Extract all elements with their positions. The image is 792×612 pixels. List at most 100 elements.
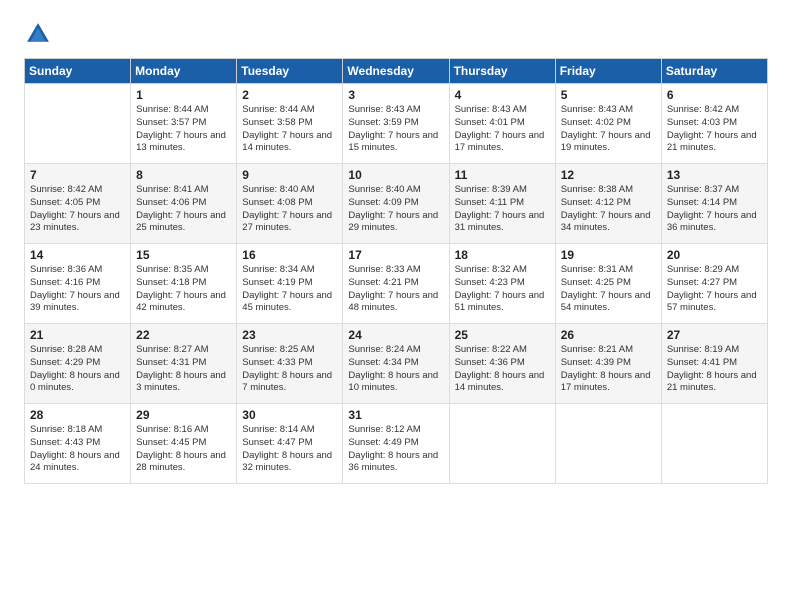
cell-content: Sunrise: 8:12 AMSunset: 4:49 PMDaylight:… — [348, 424, 443, 475]
header-day-thursday: Thursday — [449, 59, 555, 84]
calendar-cell: 20 Sunrise: 8:29 AMSunset: 4:27 PMDayligh… — [661, 244, 767, 324]
day-number: 28 — [30, 408, 125, 422]
cell-content: Sunrise: 8:36 AMSunset: 4:16 PMDaylight:… — [30, 264, 125, 315]
day-number: 31 — [348, 408, 443, 422]
day-number: 19 — [561, 248, 656, 262]
calendar-cell: 1 Sunrise: 8:44 AMSunset: 3:57 PMDaylight… — [131, 84, 237, 164]
day-number: 22 — [136, 328, 231, 342]
day-number: 7 — [30, 168, 125, 182]
header-day-monday: Monday — [131, 59, 237, 84]
week-row-5: 28Sunrise: 8:18 AMSunset: 4:43 PMDayligh… — [25, 404, 768, 484]
day-number: 23 — [242, 328, 337, 342]
calendar-cell: 7 Sunrise: 8:42 AMSunset: 4:05 PMDaylight… — [25, 164, 131, 244]
day-number: 10 — [348, 168, 443, 182]
cell-content: Sunrise: 8:41 AMSunset: 4:06 PMDaylight:… — [136, 184, 231, 235]
calendar-cell: 12 Sunrise: 8:38 AMSunset: 4:12 PMDayligh… — [555, 164, 661, 244]
calendar-cell: 19 Sunrise: 8:31 AMSunset: 4:25 PMDayligh… — [555, 244, 661, 324]
cell-content: Sunrise: 8:25 AMSunset: 4:33 PMDaylight:… — [242, 344, 337, 395]
cell-content: Sunrise: 8:43 AMSunset: 3:59 PMDaylight:… — [348, 104, 443, 155]
calendar-cell: 8 Sunrise: 8:41 AMSunset: 4:06 PMDaylight… — [131, 164, 237, 244]
day-number: 5 — [561, 88, 656, 102]
day-number: 16 — [242, 248, 337, 262]
calendar-cell: 9Sunrise: 8:40 AMSunset: 4:08 PMDaylight… — [237, 164, 343, 244]
week-row-3: 14 Sunrise: 8:36 AMSunset: 4:16 PMDayligh… — [25, 244, 768, 324]
calendar-cell: 29 Sunrise: 8:16 AMSunset: 4:45 PMDayligh… — [131, 404, 237, 484]
calendar-table: SundayMondayTuesdayWednesdayThursdayFrid… — [24, 58, 768, 484]
day-number: 15 — [136, 248, 231, 262]
cell-content: Sunrise: 8:28 AMSunset: 4:29 PMDaylight:… — [30, 344, 125, 395]
calendar-cell — [555, 404, 661, 484]
week-row-4: 21 Sunrise: 8:28 AMSunset: 4:29 PMDayligh… — [25, 324, 768, 404]
cell-content: Sunrise: 8:42 AMSunset: 4:03 PMDaylight:… — [667, 104, 762, 155]
header-day-sunday: Sunday — [25, 59, 131, 84]
day-number: 2 — [242, 88, 337, 102]
cell-content: Sunrise: 8:43 AMSunset: 4:01 PMDaylight:… — [455, 104, 550, 155]
cell-content: Sunrise: 8:35 AMSunset: 4:18 PMDaylight:… — [136, 264, 231, 315]
calendar-cell: 13 Sunrise: 8:37 AMSunset: 4:14 PMDayligh… — [661, 164, 767, 244]
cell-content: Sunrise: 8:14 AMSunset: 4:47 PMDaylight:… — [242, 424, 337, 475]
cell-content: Sunrise: 8:37 AMSunset: 4:14 PMDaylight:… — [667, 184, 762, 235]
cell-content: Sunrise: 8:16 AMSunset: 4:45 PMDaylight:… — [136, 424, 231, 475]
cell-content: Sunrise: 8:34 AMSunset: 4:19 PMDaylight:… — [242, 264, 337, 315]
calendar-cell: 6 Sunrise: 8:42 AMSunset: 4:03 PMDaylight… — [661, 84, 767, 164]
cell-content: Sunrise: 8:21 AMSunset: 4:39 PMDaylight:… — [561, 344, 656, 395]
page: SundayMondayTuesdayWednesdayThursdayFrid… — [0, 0, 792, 612]
day-number: 24 — [348, 328, 443, 342]
day-number: 26 — [561, 328, 656, 342]
week-row-2: 7 Sunrise: 8:42 AMSunset: 4:05 PMDaylight… — [25, 164, 768, 244]
calendar-cell — [661, 404, 767, 484]
header-row: SundayMondayTuesdayWednesdayThursdayFrid… — [25, 59, 768, 84]
day-number: 4 — [455, 88, 550, 102]
calendar-cell — [25, 84, 131, 164]
calendar-cell: 11Sunrise: 8:39 AMSunset: 4:11 PMDayligh… — [449, 164, 555, 244]
calendar-cell: 17 Sunrise: 8:33 AMSunset: 4:21 PMDayligh… — [343, 244, 449, 324]
day-number: 1 — [136, 88, 231, 102]
day-number: 29 — [136, 408, 231, 422]
day-number: 9 — [242, 168, 337, 182]
day-number: 20 — [667, 248, 762, 262]
cell-content: Sunrise: 8:44 AMSunset: 3:57 PMDaylight:… — [136, 104, 231, 155]
day-number: 21 — [30, 328, 125, 342]
calendar-cell: 3 Sunrise: 8:43 AMSunset: 3:59 PMDaylight… — [343, 84, 449, 164]
calendar-cell: 27Sunrise: 8:19 AMSunset: 4:41 PMDayligh… — [661, 324, 767, 404]
day-number: 17 — [348, 248, 443, 262]
day-number: 12 — [561, 168, 656, 182]
cell-content: Sunrise: 8:33 AMSunset: 4:21 PMDaylight:… — [348, 264, 443, 315]
calendar-cell: 2 Sunrise: 8:44 AMSunset: 3:58 PMDaylight… — [237, 84, 343, 164]
cell-content: Sunrise: 8:31 AMSunset: 4:25 PMDaylight:… — [561, 264, 656, 315]
calendar-cell: 30 Sunrise: 8:14 AMSunset: 4:47 PMDayligh… — [237, 404, 343, 484]
calendar-cell: 26 Sunrise: 8:21 AMSunset: 4:39 PMDayligh… — [555, 324, 661, 404]
day-number: 3 — [348, 88, 443, 102]
day-number: 14 — [30, 248, 125, 262]
day-number: 27 — [667, 328, 762, 342]
cell-content: Sunrise: 8:39 AMSunset: 4:11 PMDaylight:… — [455, 184, 550, 235]
cell-content: Sunrise: 8:38 AMSunset: 4:12 PMDaylight:… — [561, 184, 656, 235]
cell-content: Sunrise: 8:27 AMSunset: 4:31 PMDaylight:… — [136, 344, 231, 395]
calendar-cell: 23 Sunrise: 8:25 AMSunset: 4:33 PMDayligh… — [237, 324, 343, 404]
logo — [24, 20, 56, 48]
cell-content: Sunrise: 8:24 AMSunset: 4:34 PMDaylight:… — [348, 344, 443, 395]
header — [24, 20, 768, 48]
header-day-wednesday: Wednesday — [343, 59, 449, 84]
calendar-cell: 18Sunrise: 8:32 AMSunset: 4:23 PMDayligh… — [449, 244, 555, 324]
calendar-cell: 21 Sunrise: 8:28 AMSunset: 4:29 PMDayligh… — [25, 324, 131, 404]
cell-content: Sunrise: 8:43 AMSunset: 4:02 PMDaylight:… — [561, 104, 656, 155]
day-number: 30 — [242, 408, 337, 422]
calendar-cell: 24 Sunrise: 8:24 AMSunset: 4:34 PMDayligh… — [343, 324, 449, 404]
day-number: 8 — [136, 168, 231, 182]
day-number: 6 — [667, 88, 762, 102]
calendar-cell: 25Sunrise: 8:22 AMSunset: 4:36 PMDayligh… — [449, 324, 555, 404]
day-number: 25 — [455, 328, 550, 342]
header-day-saturday: Saturday — [661, 59, 767, 84]
calendar-cell: 28Sunrise: 8:18 AMSunset: 4:43 PMDayligh… — [25, 404, 131, 484]
day-number: 13 — [667, 168, 762, 182]
cell-content: Sunrise: 8:40 AMSunset: 4:09 PMDaylight:… — [348, 184, 443, 235]
header-day-friday: Friday — [555, 59, 661, 84]
calendar-cell: 10 Sunrise: 8:40 AMSunset: 4:09 PMDayligh… — [343, 164, 449, 244]
calendar-cell: 16 Sunrise: 8:34 AMSunset: 4:19 PMDayligh… — [237, 244, 343, 324]
cell-content: Sunrise: 8:42 AMSunset: 4:05 PMDaylight:… — [30, 184, 125, 235]
cell-content: Sunrise: 8:44 AMSunset: 3:58 PMDaylight:… — [242, 104, 337, 155]
header-day-tuesday: Tuesday — [237, 59, 343, 84]
logo-icon — [24, 20, 52, 48]
cell-content: Sunrise: 8:29 AMSunset: 4:27 PMDaylight:… — [667, 264, 762, 315]
